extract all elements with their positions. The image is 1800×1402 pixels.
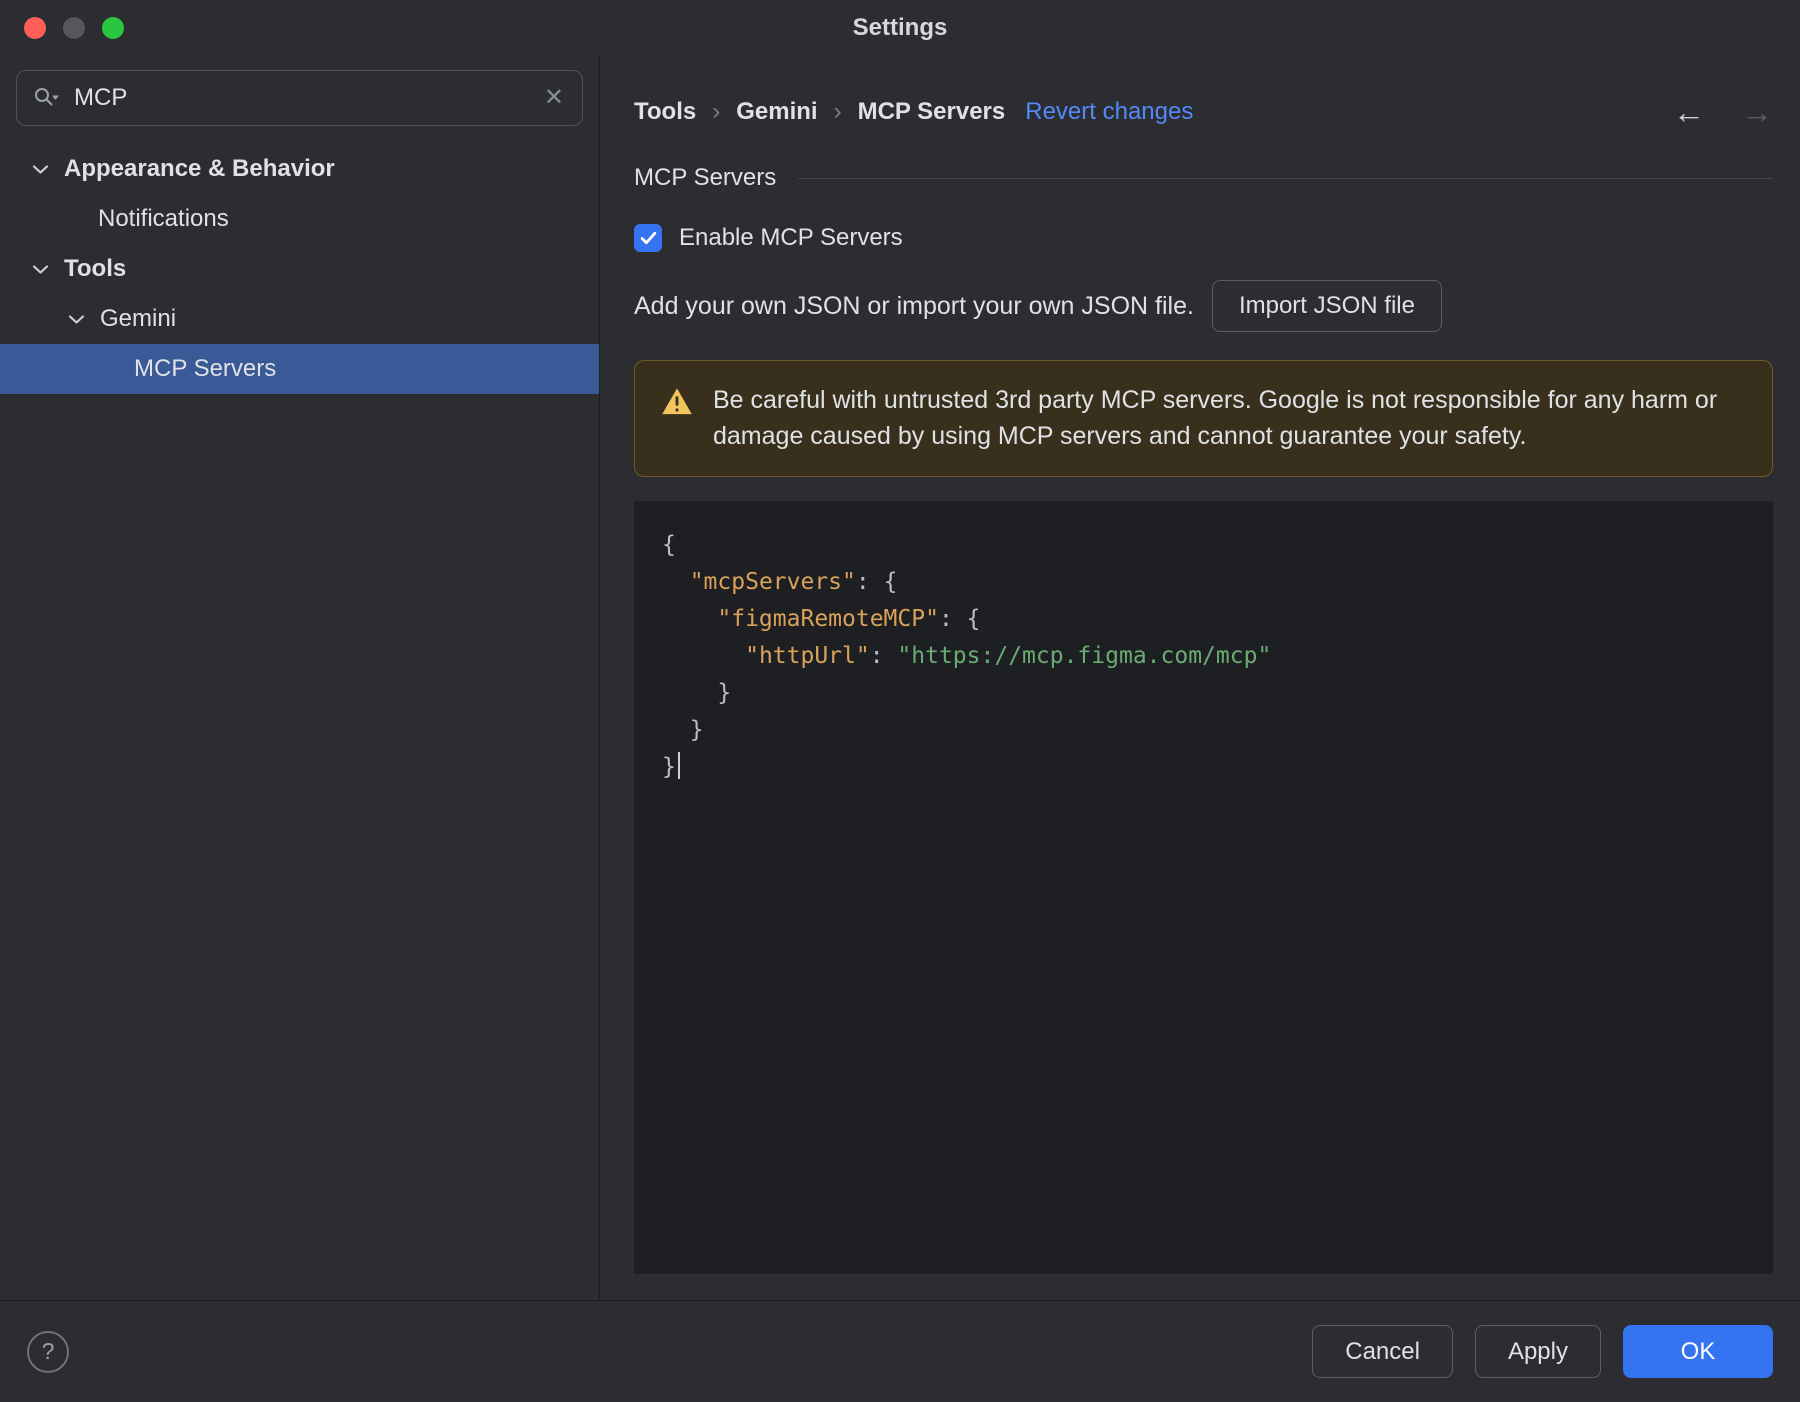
revert-changes-link[interactable]: Revert changes (1025, 98, 1193, 126)
section-header: MCP Servers (634, 164, 1773, 192)
tree-item-tools[interactable]: Tools (0, 244, 599, 294)
json-editor[interactable]: { "mcpServers": { "figmaRemoteMCP": { "h… (634, 501, 1773, 1274)
breadcrumb-tools[interactable]: Tools (634, 98, 696, 126)
close-window-button[interactable] (24, 17, 46, 39)
warning-text: Be careful with untrusted 3rd party MCP … (713, 386, 1718, 450)
code-line: } (662, 749, 1745, 786)
text-cursor (677, 752, 680, 779)
chevron-down-icon[interactable] (28, 264, 52, 275)
enable-mcp-checkbox[interactable] (634, 224, 662, 252)
tree-item-label: Gemini (100, 305, 177, 332)
zoom-window-button[interactable] (102, 17, 124, 39)
section-divider (798, 177, 1773, 179)
back-arrow-icon[interactable]: ← (1673, 96, 1705, 128)
tree-item-label: MCP Servers (134, 355, 277, 382)
enable-mcp-row: Enable MCP Servers (634, 224, 1773, 252)
dialog-footer: ? Cancel Apply OK (0, 1300, 1800, 1402)
tree-item-notifications[interactable]: Notifications (0, 194, 599, 244)
cancel-button[interactable]: Cancel (1312, 1325, 1453, 1378)
add-json-row: Add your own JSON or import your own JSO… (634, 280, 1773, 332)
minimize-window-button[interactable] (63, 17, 85, 39)
title-bar: Settings (0, 0, 1800, 56)
apply-button[interactable]: Apply (1474, 1325, 1601, 1378)
import-json-button[interactable]: Import JSON file (1211, 280, 1442, 332)
settings-tree: Appearance & Behavior Notifications Tools G… (0, 144, 599, 394)
breadcrumb-separator: › (833, 98, 842, 125)
code-line: "figmaRemoteMCP": { (717, 606, 981, 632)
chevron-down-icon[interactable] (28, 164, 52, 175)
tree-item-label: Tools (64, 255, 127, 282)
breadcrumb: Tools › Gemini › MCP Servers (634, 98, 1005, 126)
breadcrumb-mcp-servers[interactable]: MCP Servers (858, 98, 1006, 126)
window-title: Settings (852, 14, 948, 41)
ok-button[interactable]: OK (1623, 1325, 1773, 1378)
code-line: "httpUrl": "https://mcp.figma.com/mcp" (745, 643, 1272, 669)
warning-icon (661, 387, 693, 454)
warning-banner: Be careful with untrusted 3rd party MCP … (634, 360, 1773, 477)
breadcrumb-separator: › (712, 98, 721, 125)
tree-item-gemini[interactable]: Gemini (0, 294, 599, 344)
clear-search-icon[interactable]: ✕ (542, 86, 566, 110)
section-title: MCP Servers (634, 164, 777, 191)
mcp-servers-panel: Tools › Gemini › MCP Servers Revert changes … (601, 56, 1800, 1300)
add-json-text: Add your own JSON or import your own JSO… (634, 291, 1194, 320)
tree-item-label: Appearance & Behavior (64, 155, 335, 182)
settings-sidebar: ✕ Appearance & Behavior Notifications Tool… (0, 56, 600, 1300)
settings-search[interactable]: ✕ (16, 70, 583, 126)
history-arrows: ← → (1673, 96, 1773, 128)
chevron-down-icon[interactable] (64, 314, 88, 325)
window-controls (24, 17, 124, 39)
code-line: } (662, 680, 732, 706)
forward-arrow-icon[interactable]: → (1741, 96, 1773, 128)
enable-mcp-label: Enable MCP Servers (679, 224, 903, 251)
tree-item-label: Notifications (98, 205, 229, 232)
code-line: "mcpServers": { (689, 569, 898, 595)
help-icon[interactable]: ? (27, 1330, 69, 1373)
code-line: { (662, 532, 676, 558)
tree-item-mcp-servers[interactable]: MCP Servers (0, 344, 599, 394)
breadcrumb-gemini[interactable]: Gemini (736, 98, 817, 126)
tree-item-appearance-behavior[interactable]: Appearance & Behavior (0, 144, 599, 194)
breadcrumb-row: Tools › Gemini › MCP Servers Revert changes … (634, 96, 1773, 128)
search-icon (33, 86, 60, 110)
checkmark-icon (640, 231, 656, 245)
code-line: } (662, 717, 704, 743)
search-input[interactable] (72, 83, 530, 113)
